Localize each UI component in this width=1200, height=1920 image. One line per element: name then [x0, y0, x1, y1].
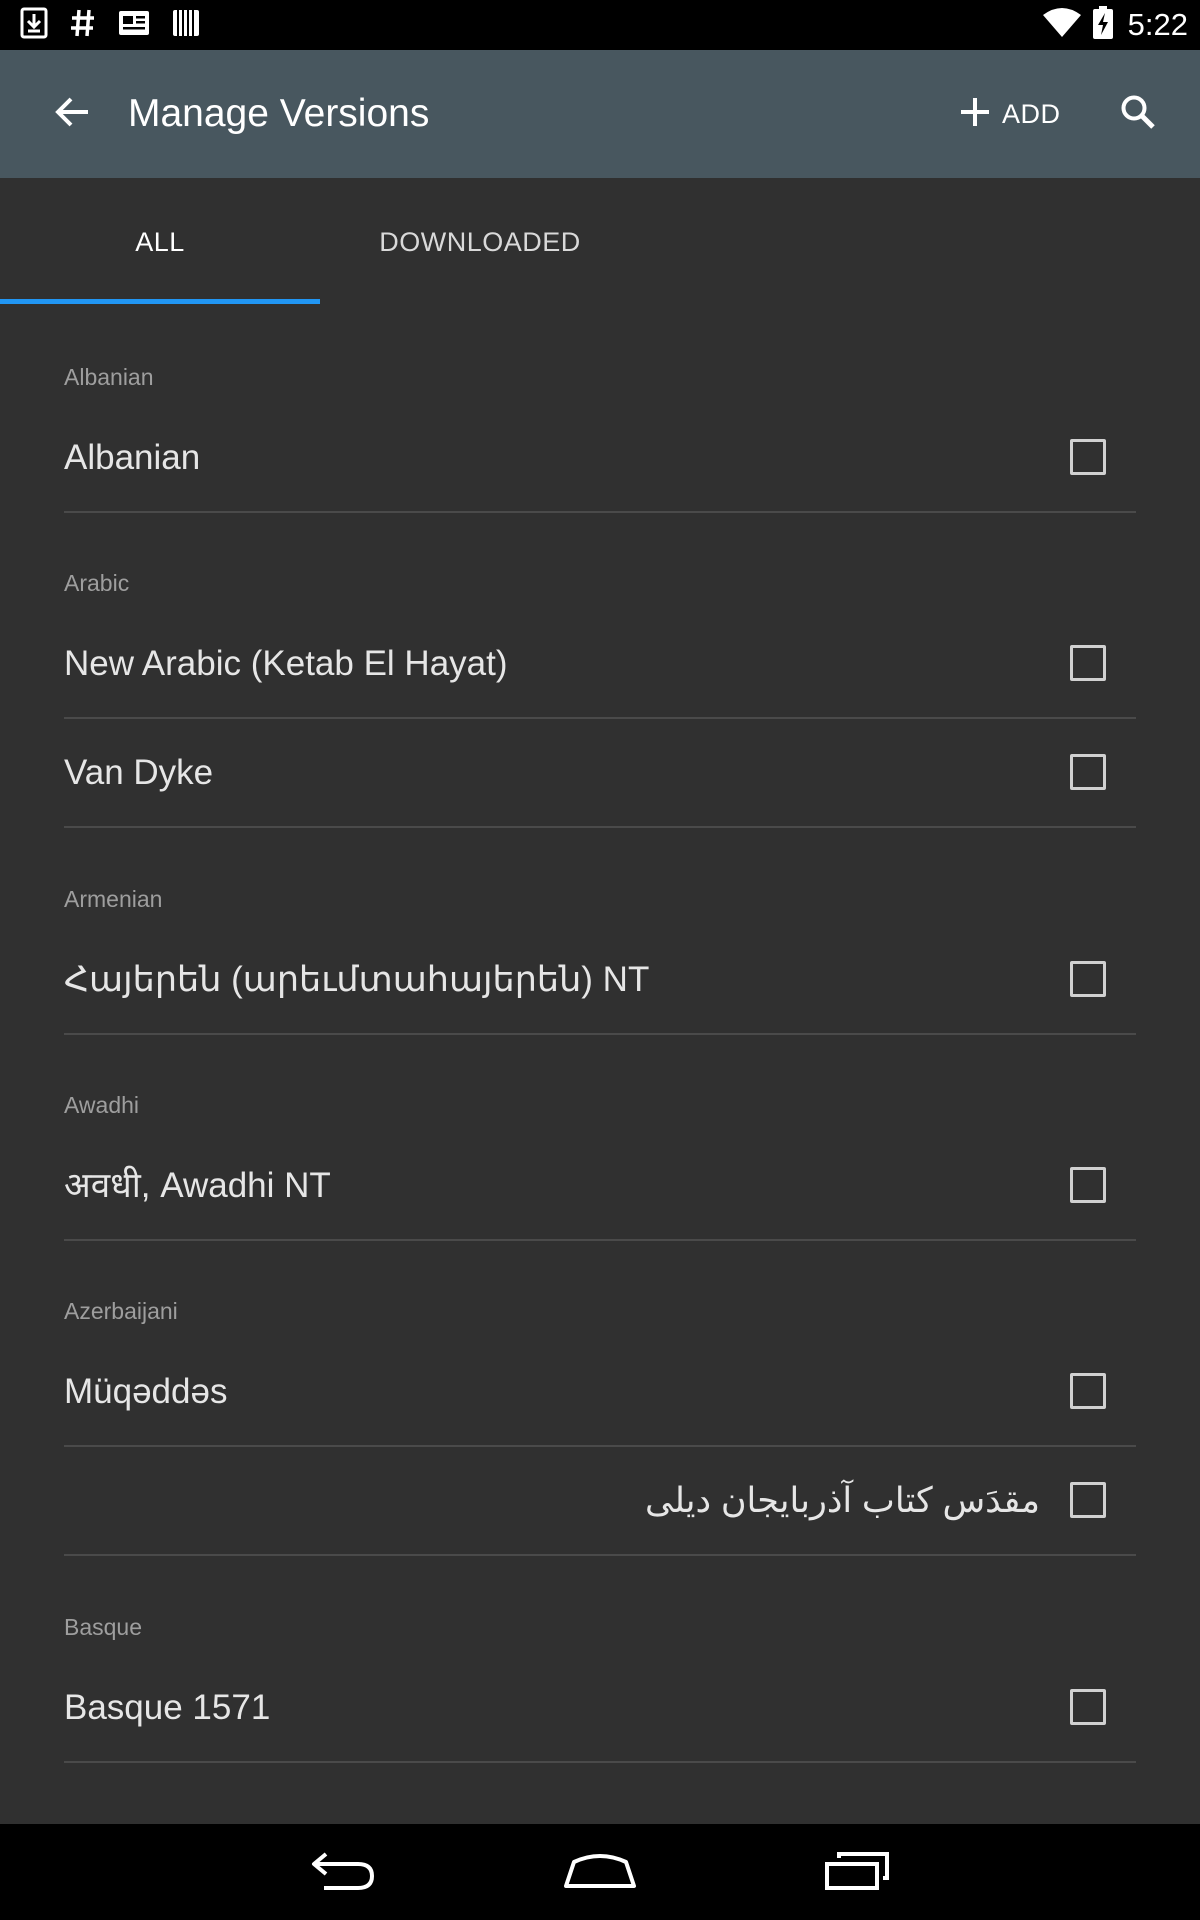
list-item[interactable]: Հայերեն (արեւմտահայերեն) NT — [64, 926, 1136, 1035]
notification-icons — [20, 7, 200, 44]
version-checkbox[interactable] — [1070, 1167, 1106, 1203]
section-header: Arabic — [64, 570, 130, 596]
version-checkbox[interactable] — [1070, 961, 1106, 997]
list-item[interactable]: अवधी, Awadhi NT — [64, 1132, 1136, 1241]
version-checkbox[interactable] — [1070, 754, 1106, 790]
news-icon — [118, 10, 150, 41]
tab-downloaded[interactable]: DOWNLOADED — [320, 178, 640, 306]
nav-back-button[interactable] — [298, 1842, 388, 1902]
search-icon — [1120, 94, 1156, 135]
recents-nav-icon — [821, 1848, 893, 1897]
list-item[interactable]: Müqəddəs — [64, 1338, 1136, 1447]
version-label: New Arabic (Ketab El Hayat) — [64, 644, 508, 683]
battery-charging-icon — [1092, 5, 1114, 45]
section-header: Azerbaijani — [64, 1298, 178, 1324]
tab-bar: ALL DOWNLOADED — [0, 178, 1200, 306]
version-label: Albanian — [64, 438, 201, 477]
version-checkbox[interactable] — [1070, 1482, 1106, 1518]
system-nav-bar — [0, 1824, 1200, 1920]
version-label: Basque 1571 — [64, 1688, 271, 1727]
section-header: Awadhi — [64, 1092, 140, 1118]
section-header: Albanian — [64, 364, 154, 390]
page-title: Manage Versions — [128, 92, 430, 135]
arrow-back-icon — [54, 96, 90, 133]
section-header: Armenian — [64, 886, 163, 912]
barcode-icon — [172, 8, 200, 43]
version-label: Հայերեն (արեւմտահայերեն) NT — [64, 960, 650, 999]
home-nav-icon — [562, 1850, 638, 1895]
list-item[interactable]: مقدَس کتاب آذربایجان دیلی — [64, 1447, 1136, 1556]
version-checkbox[interactable] — [1070, 1373, 1106, 1409]
version-label: مقدَس کتاب آذربایجان دیلی — [645, 1481, 1040, 1520]
add-button-label: ADD — [1002, 98, 1061, 129]
section-header: Basque — [64, 1614, 143, 1640]
status-bar: 5:22 — [0, 0, 1200, 50]
download-icon — [20, 7, 48, 44]
plus-icon — [960, 97, 990, 132]
tab-all[interactable]: ALL — [0, 178, 320, 306]
nav-home-button[interactable] — [555, 1842, 645, 1902]
version-label: Van Dyke — [64, 753, 214, 792]
version-checkbox[interactable] — [1070, 1689, 1106, 1725]
nav-recents-button[interactable] — [812, 1842, 902, 1902]
version-checkbox[interactable] — [1070, 645, 1106, 681]
version-label: अवधी, Awadhi NT — [64, 1166, 331, 1205]
hash-icon — [70, 8, 96, 43]
version-label: Müqəddəs — [64, 1372, 228, 1411]
list-item[interactable]: Basque 1571 — [64, 1654, 1136, 1763]
app-bar: Manage Versions ADD — [0, 50, 1200, 178]
back-button[interactable] — [40, 86, 104, 142]
status-clock: 5:22 — [1127, 7, 1188, 42]
back-nav-icon — [308, 1848, 378, 1897]
wifi-icon — [1042, 7, 1082, 44]
list-item[interactable]: Van Dyke — [64, 719, 1136, 828]
tab-indicator — [0, 299, 320, 304]
list-item[interactable]: New Arabic (Ketab El Hayat) — [64, 610, 1136, 719]
list-item[interactable]: Albanian — [64, 404, 1136, 513]
version-checkbox[interactable] — [1070, 439, 1106, 475]
add-button[interactable]: ADD — [960, 86, 1061, 142]
search-button[interactable] — [1110, 86, 1166, 142]
